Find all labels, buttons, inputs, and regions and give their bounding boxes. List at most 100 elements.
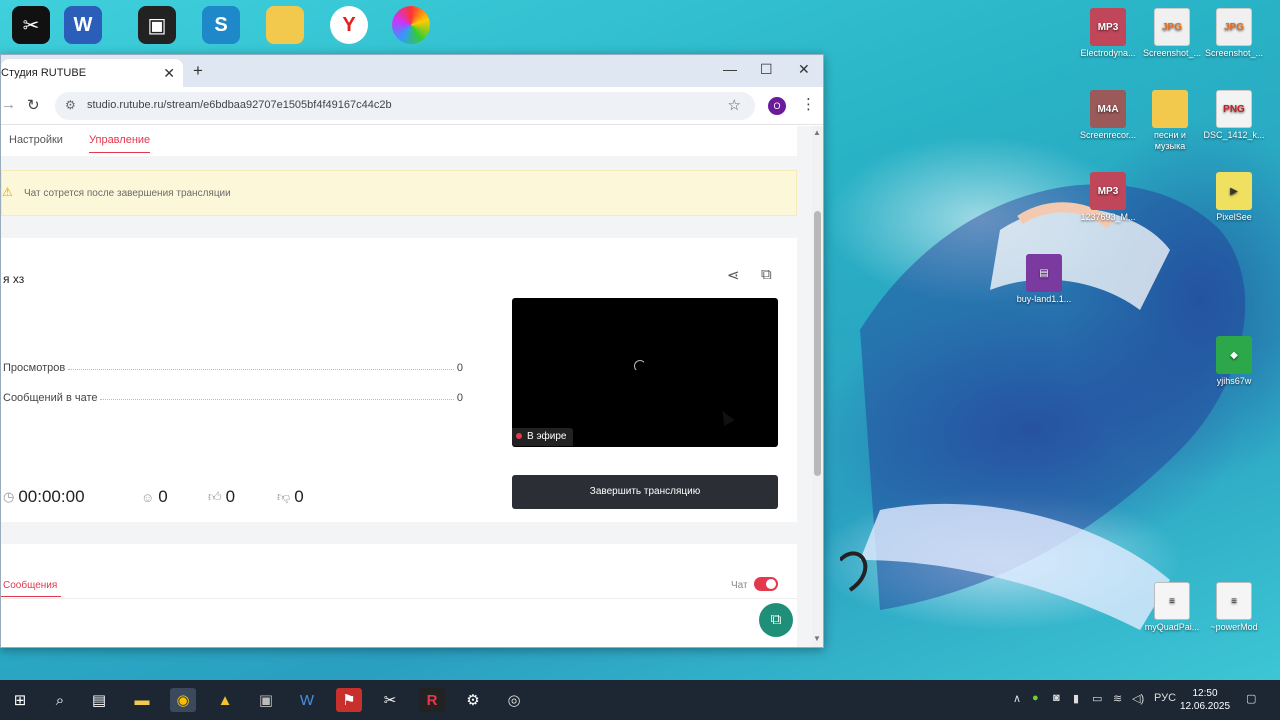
tab-settings[interactable]: Настройки xyxy=(9,134,63,146)
likes-value: 0 xyxy=(225,487,236,506)
maximize-icon[interactable]: ☐ xyxy=(760,61,773,78)
desktop-icon-pixelsee[interactable]: ▶ PixelSee xyxy=(1202,172,1266,223)
close-tab-icon[interactable]: ✕ xyxy=(163,65,175,82)
capcut-taskbar-icon[interactable]: ✂ xyxy=(377,688,403,712)
stat-label: Сообщений в чате xyxy=(3,392,98,404)
stat-label: Просмотров xyxy=(3,362,66,374)
duration-value: 00:00:00 xyxy=(18,487,85,506)
scrollbar-thumb[interactable] xyxy=(814,211,821,476)
chat-popout-icon[interactable]: ⧉ xyxy=(759,603,793,637)
bookmark-star-icon[interactable]: ☆ xyxy=(728,96,741,114)
url-field[interactable]: ⚙ studio.rutube.ru/stream/e6bdbaa92707e1… xyxy=(55,92,755,120)
volume-icon[interactable]: ◁) xyxy=(1132,692,1144,705)
desktop-icon-label: 1237693_M... xyxy=(1080,212,1136,222)
viewers-metric: ☺ 0 xyxy=(141,486,168,508)
media-taskbar-icon[interactable]: ▣ xyxy=(253,688,279,712)
chrome-taskbar-icon[interactable]: ◉ xyxy=(170,688,196,712)
stat-dots xyxy=(100,392,454,400)
word-taskbar-icon[interactable]: W xyxy=(294,688,320,712)
desktop-icon-mp3[interactable]: MP3 1237693_M... xyxy=(1076,172,1140,223)
browser-360-shortcut-icon[interactable] xyxy=(392,6,430,44)
url-text: studio.rutube.ru/stream/e6bdbaa92707e150… xyxy=(87,99,392,111)
address-bar-row: → ↻ ⚙ studio.rutube.ru/stream/e6bdbaa927… xyxy=(1,87,823,125)
tab-messages[interactable]: Сообщения xyxy=(3,580,57,591)
share-icon[interactable]: ⋖ xyxy=(727,266,740,284)
studio-nav: Настройки Управление xyxy=(1,126,797,156)
desktop-icon-app[interactable]: ◆ yjihs67w xyxy=(1202,336,1266,387)
play-icon: ▶ xyxy=(1216,172,1252,210)
tray-camera-icon[interactable]: ◙ xyxy=(1053,692,1060,704)
page-scrollbar[interactable]: ▲ ▼ xyxy=(812,126,823,647)
minimize-icon[interactable]: — xyxy=(723,61,737,77)
search-icon[interactable]: ⌕ xyxy=(47,688,73,712)
desktop-icon-png[interactable]: PNG DSC_1412_k... xyxy=(1202,90,1266,141)
desktop-icon-m4a[interactable]: M4A Screenrecor... xyxy=(1076,90,1140,141)
messages-card: Сообщения Чат ⧉ xyxy=(1,544,797,647)
language-indicator[interactable]: РУС xyxy=(1154,692,1176,704)
warning-icon: ⚠ xyxy=(2,185,13,199)
tray-mic-icon[interactable]: ▮ xyxy=(1073,692,1079,705)
folder-shortcut-icon[interactable] xyxy=(266,6,304,44)
yandex-shortcut-icon[interactable]: Y xyxy=(330,6,368,44)
live-badge: В эфире xyxy=(512,428,573,446)
obs-taskbar-icon[interactable]: ◎ xyxy=(501,688,527,712)
folder-icon xyxy=(1152,90,1188,128)
live-badge-text: В эфире xyxy=(527,431,567,442)
pdf-taskbar-icon[interactable]: ⚑ xyxy=(336,688,362,712)
reload-icon[interactable]: ↻ xyxy=(27,96,40,114)
open-external-icon[interactable]: ⧉ xyxy=(761,266,772,283)
new-tab-icon[interactable]: + xyxy=(193,61,203,81)
skype-shortcut-icon[interactable]: S xyxy=(202,6,240,44)
desktop-icon-label: ~powerMod xyxy=(1210,622,1258,632)
tab-underline xyxy=(1,596,61,597)
stream-card: я хз ⋖ ⧉ Просмотров 0 Сообщений в чате 0… xyxy=(1,238,797,522)
taskbar-clock[interactable]: 12:50 12.06.2025 xyxy=(1180,687,1230,713)
loading-spinner-icon xyxy=(634,360,646,372)
battery-icon[interactable]: ▭ xyxy=(1092,692,1102,705)
desktop-icon-rar[interactable]: ▤ buy-land1.1... xyxy=(1012,254,1076,305)
word-shortcut-icon[interactable]: W xyxy=(64,6,102,44)
desktop-icon-mp3[interactable]: MP3 Electrodyna... xyxy=(1076,8,1140,59)
start-icon[interactable]: ⊞ xyxy=(7,688,33,712)
desktop-icon-folder[interactable]: песни и музыка xyxy=(1138,90,1202,152)
site-info-icon[interactable]: ⚙ xyxy=(65,98,76,112)
scroll-down-icon[interactable]: ▼ xyxy=(813,634,821,643)
app-taskbar-icon[interactable]: ▲ xyxy=(212,688,238,712)
roblox-shortcut-icon[interactable]: ▣ xyxy=(138,6,176,44)
end-stream-button[interactable]: Завершить трансляцию xyxy=(512,475,778,509)
browser-menu-icon[interactable]: ⋮ xyxy=(801,95,816,113)
taskbar: ⊞ ⌕ ▤ ▬ ◉ ▲ ▣ W ⚑ ✂ R ⚙ ◎ ∧ ● ◙ ▮ ▭ ≋ ◁)… xyxy=(0,680,1280,720)
browser-tab[interactable]: Студия RUTUBE ✕ xyxy=(1,59,183,87)
likes-metric: 👍︎ 0 xyxy=(208,486,235,508)
desktop-icon-file[interactable]: ≡ myQuadPai... xyxy=(1140,582,1204,633)
scroll-up-icon[interactable]: ▲ xyxy=(813,128,821,137)
desktop-icon-jpg[interactable]: JPG Screenshot_... xyxy=(1140,8,1204,59)
desktop-icon-file[interactable]: ≡ ~powerMod xyxy=(1202,582,1266,633)
stat-value: 0 xyxy=(456,362,463,374)
chat-warning-banner: ⚠ Чат сотрется после завершения трансляц… xyxy=(1,170,797,216)
rutube-taskbar-icon[interactable]: R xyxy=(419,688,445,712)
desktop-icon-label: Electrodyna... xyxy=(1080,48,1136,58)
wifi-icon[interactable]: ≋ xyxy=(1113,692,1122,705)
clock-date: 12.06.2025 xyxy=(1180,701,1231,712)
png-file-icon: PNG xyxy=(1216,90,1252,128)
close-window-icon[interactable]: ✕ xyxy=(798,61,810,78)
back-icon[interactable]: → xyxy=(1,96,16,113)
thumbs-down-icon: 👎︎ xyxy=(277,489,291,504)
desktop-icon-label: Screenshot_... xyxy=(1204,48,1264,58)
capcut-shortcut-icon[interactable]: ✂ xyxy=(12,6,50,44)
tray-chevron-icon[interactable]: ∧ xyxy=(1013,692,1021,705)
chat-toggle[interactable] xyxy=(754,577,778,591)
desktop-icon-label: buy-land1.1... xyxy=(1016,294,1072,304)
profile-avatar[interactable]: O xyxy=(768,97,786,115)
file-explorer-icon[interactable]: ▬ xyxy=(129,688,155,712)
dislikes-metric: 👎︎ 0 xyxy=(277,486,304,508)
desktop-icon-jpg[interactable]: JPG Screenshot_... xyxy=(1202,8,1266,59)
task-view-icon[interactable]: ▤ xyxy=(86,688,112,712)
jpg-file-icon: JPG xyxy=(1154,8,1190,46)
video-player[interactable] xyxy=(512,298,778,447)
settings-gear-icon[interactable]: ⚙ xyxy=(460,688,486,712)
notifications-icon[interactable]: ▢ xyxy=(1246,692,1256,705)
tray-app-icon[interactable]: ● xyxy=(1032,692,1039,704)
tab-management[interactable]: Управление xyxy=(89,134,151,153)
